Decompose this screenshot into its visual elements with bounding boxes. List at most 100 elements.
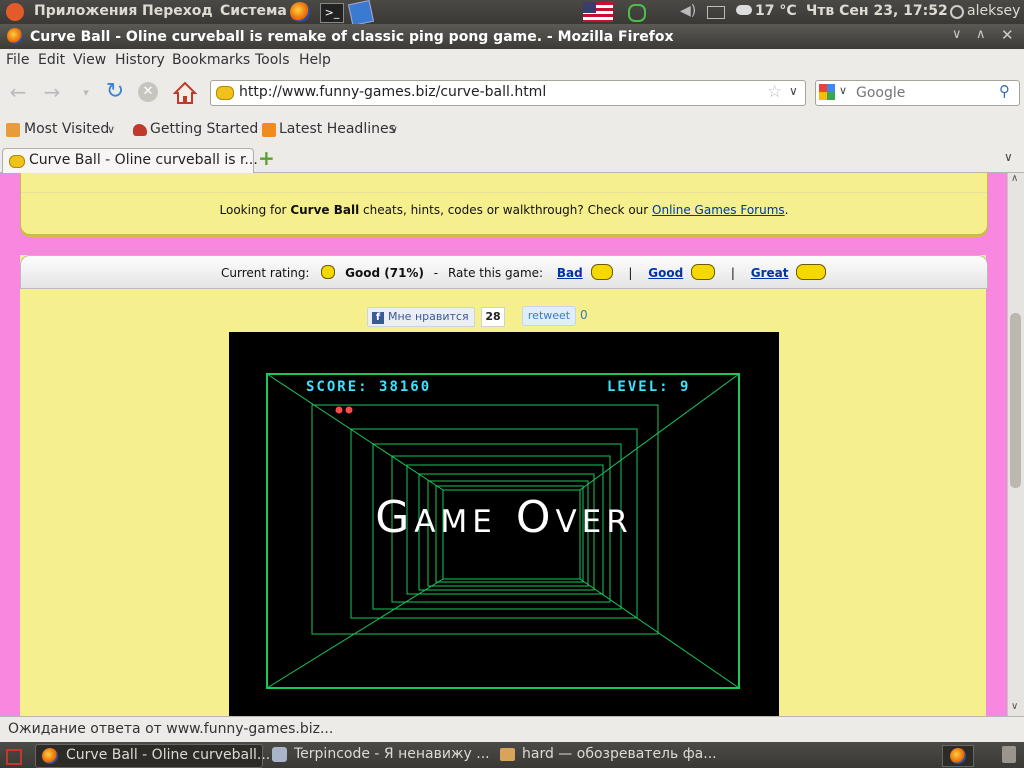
app-task-icon <box>272 747 287 762</box>
menu-tools[interactable]: Tools <box>255 52 290 68</box>
tab-label: Curve Ball - Oline curveball is r... <box>29 152 258 168</box>
tab-favicon-icon <box>9 155 25 168</box>
game-panel: Current rating: Good (71%) - Rate this g… <box>20 255 988 716</box>
tab-curve-ball[interactable]: Curve Ball - Oline curveball is r... <box>2 148 258 173</box>
search-icon[interactable]: ⚲ <box>999 82 1010 100</box>
vertical-scrollbar[interactable]: ∧ ∨ <box>1007 173 1024 716</box>
rate-great-link[interactable]: Great <box>751 266 789 280</box>
tab-list-icon[interactable]: ∨ <box>1004 150 1013 164</box>
firefox-launcher-icon[interactable] <box>290 2 310 22</box>
minimize-icon[interactable]: ∨ <box>952 27 962 42</box>
headlines-dropdown-icon[interactable]: ∨ <box>390 123 398 136</box>
separator: | <box>730 266 735 280</box>
history-dropdown-icon[interactable]: ▾ <box>74 82 98 106</box>
places-menu[interactable]: Переход <box>142 3 213 19</box>
taskbar-item-terpincode[interactable]: Terpincode - Я ненавижу ... <box>266 744 490 766</box>
url-text[interactable]: http://www.funny-games.biz/curve-ball.ht… <box>239 84 546 100</box>
score-display: SCORE: 38160 <box>306 379 431 395</box>
bookmark-most-visited[interactable]: Most Visited <box>24 121 109 137</box>
reload-button[interactable]: ↻ <box>103 81 127 105</box>
firefox-tray-icon[interactable] <box>942 745 974 767</box>
rating-value: Good (71%) <box>345 266 424 280</box>
facebook-icon: f <box>372 312 384 324</box>
folder-task-icon <box>500 748 515 761</box>
game-over-text: Game Over <box>375 492 633 543</box>
menu-view[interactable]: View <box>73 52 106 68</box>
retweet-button[interactable]: retweet <box>522 306 576 326</box>
rate-bad-link[interactable]: Bad <box>557 266 583 280</box>
weather-icon[interactable] <box>736 5 752 15</box>
firefox-bookmark-icon <box>133 124 147 136</box>
engine-dropdown-icon[interactable]: ∨ <box>839 84 847 97</box>
box-divider <box>21 192 987 193</box>
taskbar-item-file-browser[interactable]: hard — обозреватель фа... <box>494 744 717 766</box>
taskbar-item-firefox[interactable]: Curve Ball - Oline curveball... <box>35 744 270 768</box>
rate-good-link[interactable]: Good <box>648 266 683 280</box>
menu-history[interactable]: History <box>115 52 165 68</box>
forums-link[interactable]: Online Games Forums <box>652 203 785 217</box>
bookmark-getting-started[interactable]: Getting Started <box>150 121 258 137</box>
temperature[interactable]: 17 °C <box>755 3 797 19</box>
rating-dash: - <box>433 266 439 280</box>
current-rating-label: Current rating: <box>221 266 310 280</box>
menu-file[interactable]: File <box>6 52 29 68</box>
facebook-like-button[interactable]: f Мне нравится <box>367 307 475 327</box>
scroll-down-icon[interactable]: ∨ <box>1011 701 1018 712</box>
firefox-task-icon <box>42 748 58 764</box>
notes-launcher-icon[interactable] <box>347 0 375 27</box>
cheats-suffix: . <box>784 203 789 217</box>
status-text: Ожидание ответа от www.funny-games.biz..… <box>8 721 334 737</box>
scroll-thumb[interactable] <box>1010 313 1021 488</box>
terminal-launcher-icon[interactable]: >_ <box>320 3 344 23</box>
clock[interactable]: Чтв Сен 23, 17:52 <box>806 3 948 19</box>
retweet-count: 0 <box>580 308 588 322</box>
google-engine-icon[interactable] <box>819 84 835 100</box>
scroll-up-icon[interactable]: ∧ <box>1011 173 1018 184</box>
url-bar[interactable]: http://www.funny-games.biz/curve-ball.ht… <box>210 80 806 106</box>
cheats-text: Looking for Curve Ball cheats, hints, co… <box>21 203 987 217</box>
volume-icon[interactable]: ◀) <box>680 3 696 19</box>
cool-smiley-icon[interactable] <box>691 264 716 280</box>
new-tab-icon[interactable]: + <box>258 146 275 170</box>
forward-button[interactable]: → <box>40 81 64 105</box>
cheats-game-name: Curve Ball <box>290 203 360 217</box>
window-titlebar[interactable]: Curve Ball - Oline curveball is remake o… <box>0 24 1024 49</box>
ubuntu-logo-icon[interactable] <box>6 3 24 21</box>
rating-row: Current rating: Good (71%) - Rate this g… <box>221 264 827 280</box>
home-button[interactable] <box>172 81 198 105</box>
url-dropdown-icon[interactable]: ∨ <box>789 84 798 98</box>
game-canvas[interactable]: SCORE: 38160 LEVEL: 9 Game Over <box>229 332 779 716</box>
mail-icon[interactable] <box>707 6 725 19</box>
show-desktop-icon[interactable] <box>6 749 22 765</box>
most-visited-dropdown-icon[interactable]: ∨ <box>107 123 115 136</box>
us-flag-icon[interactable] <box>583 2 613 22</box>
back-button[interactable]: ← <box>6 81 30 105</box>
search-bar[interactable]: ∨ ⚲ <box>815 80 1020 106</box>
menu-bookmarks[interactable]: Bookmarks <box>172 52 250 68</box>
trash-icon[interactable] <box>1002 746 1016 763</box>
search-input[interactable] <box>854 83 998 103</box>
top-panel: Приложения Переход Система >_ ◀) 17 °C Ч… <box>0 0 1024 27</box>
maximize-icon[interactable]: ∧ <box>976 27 986 42</box>
power-icon[interactable] <box>950 5 964 19</box>
stop-button[interactable]: ✕ <box>138 82 158 102</box>
network-icon[interactable] <box>628 4 646 22</box>
level-label: LEVEL: <box>607 379 670 395</box>
rating-bar: Current rating: Good (71%) - Rate this g… <box>20 255 988 289</box>
score-label: SCORE: <box>306 379 369 395</box>
system-menu[interactable]: Система <box>220 3 287 19</box>
menu-edit[interactable]: Edit <box>38 52 65 68</box>
bad-smiley-icon[interactable] <box>590 264 613 280</box>
taskbar-label: Curve Ball - Oline curveball... <box>66 747 271 763</box>
bookmark-latest-headlines[interactable]: Latest Headlines <box>279 121 396 137</box>
user-name[interactable]: aleksey <box>967 3 1020 19</box>
applications-menu[interactable]: Приложения <box>34 3 137 19</box>
menu-help[interactable]: Help <box>299 52 331 68</box>
score-value: 38160 <box>379 379 432 395</box>
close-icon[interactable]: ✕ <box>1001 26 1014 44</box>
cheats-middle: cheats, hints, codes or walkthrough? Che… <box>363 203 649 217</box>
bookmark-star-icon[interactable]: ☆ <box>767 82 782 102</box>
great-smiley-icon[interactable] <box>796 264 827 280</box>
cheats-prefix: Looking for <box>219 203 287 217</box>
like-count: 28 <box>481 307 505 327</box>
